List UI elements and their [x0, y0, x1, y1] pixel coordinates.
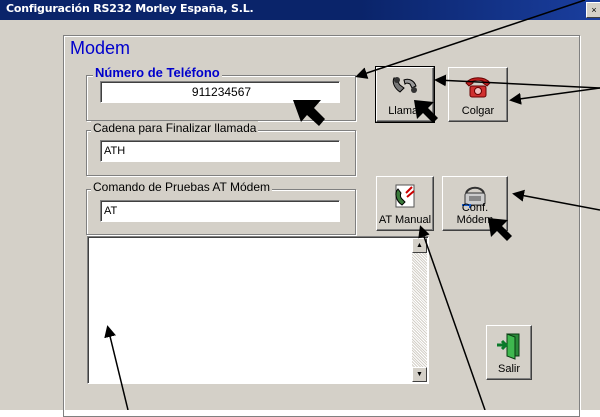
test-command-input[interactable]: AT	[100, 200, 340, 222]
exit-button-label: Salir	[497, 363, 520, 375]
red-telephone-icon	[463, 74, 493, 103]
hangup-button[interactable]: Colgar	[448, 67, 508, 122]
phone-number-input[interactable]: 911234567	[100, 81, 340, 103]
phone-script-icon	[390, 183, 420, 214]
scroll-down-icon[interactable]: ▼	[412, 367, 427, 382]
call-button-label: Llamar	[388, 105, 422, 117]
exit-door-icon	[495, 332, 523, 363]
at-manual-button[interactable]: AT Manual	[376, 176, 434, 231]
phone-label: Número de Teléfono	[93, 65, 222, 80]
call-button[interactable]: Llamar	[375, 66, 435, 123]
close-icon[interactable]: ×	[586, 2, 600, 18]
hangup-button-label: Colgar	[461, 105, 495, 117]
hangup-string-label: Cadena para Finalizar llamada	[91, 121, 259, 135]
conf-modem-button-label: Conf. Módem	[456, 202, 494, 226]
hangup-string-input[interactable]: ATH	[100, 140, 340, 162]
window-title: Configuración RS232 Morley España, S.L.	[6, 2, 254, 15]
test-command-label: Comando de Pruebas AT Módem	[91, 180, 272, 194]
scroll-up-icon[interactable]: ▲	[412, 238, 427, 253]
exit-button[interactable]: Salir	[486, 325, 532, 380]
phone-handset-icon	[390, 74, 420, 103]
title-bar: Configuración RS232 Morley España, S.L. …	[0, 0, 600, 20]
at-manual-button-label: AT Manual	[378, 214, 432, 226]
memo-scrollbar[interactable]: ▲ ▼	[412, 238, 427, 382]
conf-modem-button[interactable]: Conf. Módem	[442, 176, 508, 231]
frame-title: Modem	[68, 38, 133, 59]
output-memo[interactable]: ▲ ▼	[87, 236, 429, 384]
